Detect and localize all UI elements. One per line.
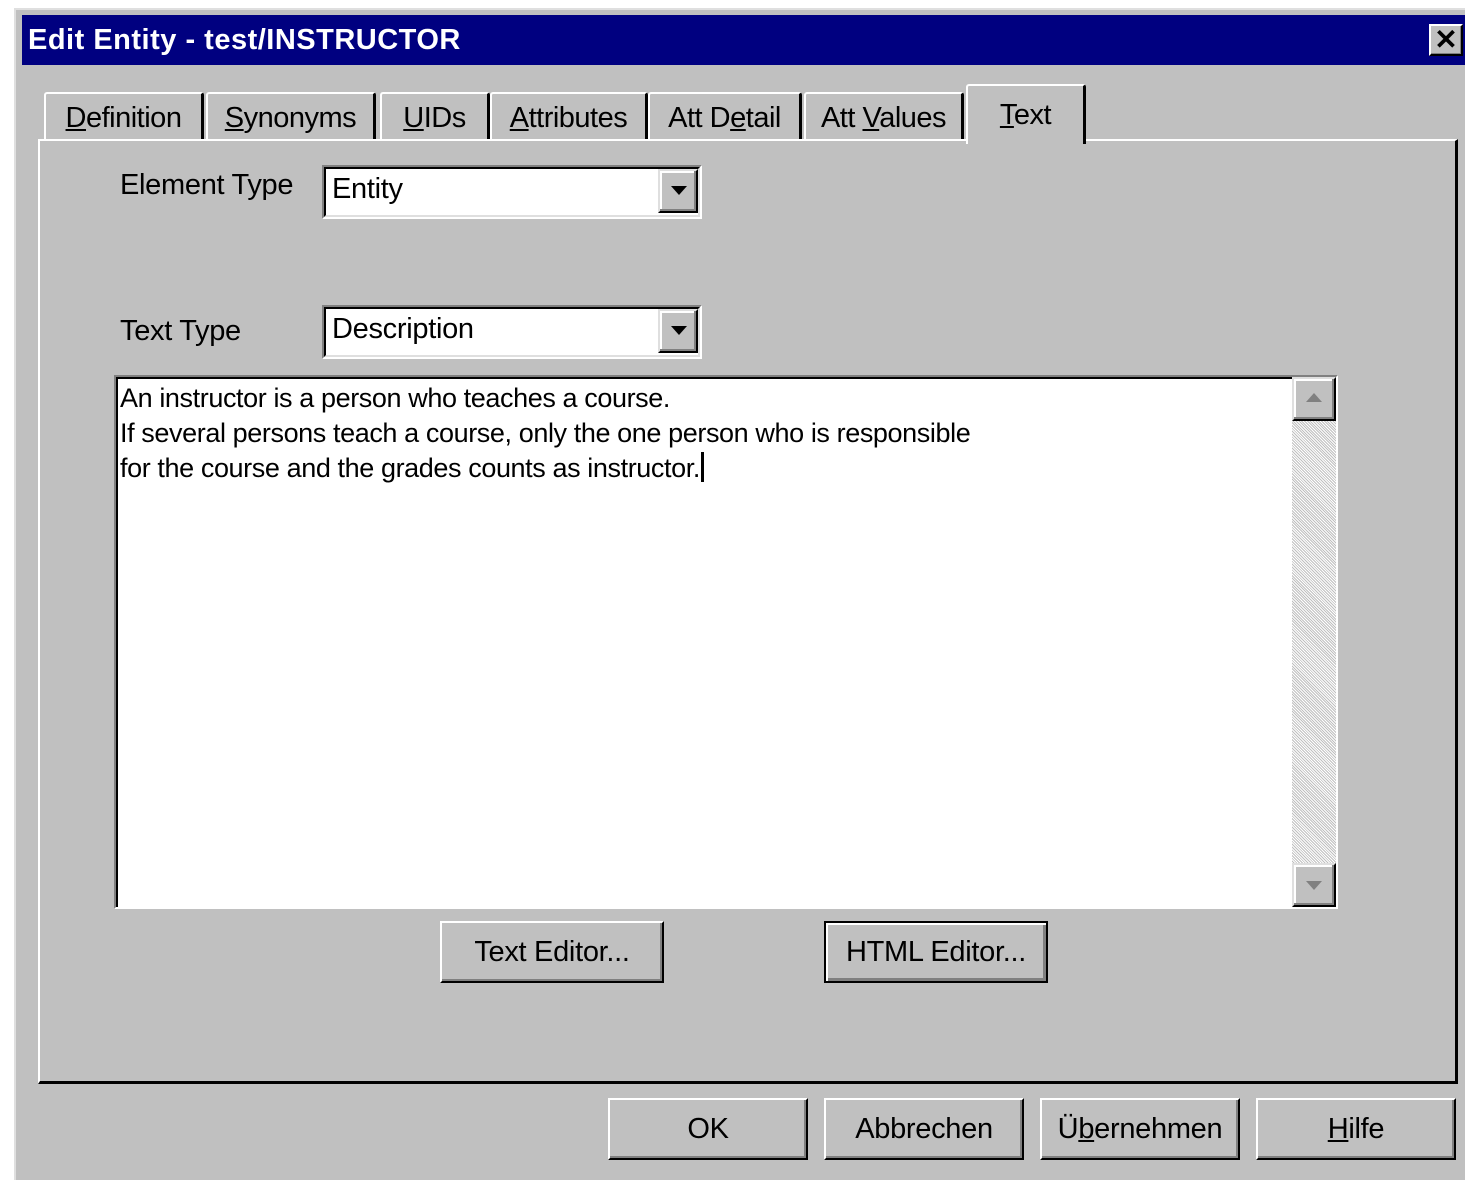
- ok-button-label: OK: [687, 1112, 729, 1145]
- tab-label: Text: [999, 98, 1052, 131]
- cancel-button[interactable]: Abbrechen: [824, 1098, 1024, 1160]
- tab-definition[interactable]: Definition: [44, 92, 204, 142]
- tab-label: Attributes: [509, 101, 628, 134]
- element-type-dropdown-button[interactable]: [658, 169, 698, 213]
- close-button[interactable]: ✕: [1429, 24, 1463, 56]
- chevron-up-icon: [1306, 393, 1322, 402]
- element-type-value: Entity: [332, 173, 403, 205]
- text-type-dropdown-button[interactable]: [658, 309, 698, 353]
- help-button[interactable]: Hilfe: [1256, 1098, 1456, 1160]
- edit-entity-dialog: Edit Entity - test/INSTRUCTOR ✕ Definiti…: [14, 8, 1465, 1180]
- text-editor-button[interactable]: Text Editor...: [440, 921, 664, 983]
- tab-att-detail[interactable]: Att Detail: [648, 92, 802, 142]
- ok-button[interactable]: OK: [608, 1098, 808, 1160]
- tab-label: UIDs: [403, 101, 466, 134]
- title-bar[interactable]: Edit Entity - test/INSTRUCTOR ✕: [22, 15, 1465, 65]
- tab-synonyms[interactable]: Synonyms: [206, 92, 376, 142]
- cancel-button-label: Abbrechen: [855, 1112, 993, 1145]
- tab-uids[interactable]: UIDs: [380, 92, 490, 142]
- tab-label: Synonyms: [224, 101, 357, 134]
- apply-button-label: Übernehmen: [1057, 1112, 1223, 1145]
- close-icon: ✕: [1434, 24, 1458, 55]
- tab-label: Definition: [65, 101, 182, 134]
- chevron-down-icon: [671, 326, 687, 335]
- element-type-label: Element Type: [120, 169, 294, 201]
- window-title: Edit Entity - test/INSTRUCTOR: [28, 23, 461, 56]
- text-caret: [700, 452, 704, 482]
- html-editor-button-label: HTML Editor...: [845, 935, 1027, 968]
- tab-attributes[interactable]: Attributes: [490, 92, 648, 142]
- tab-text[interactable]: Text: [966, 84, 1086, 144]
- chevron-down-icon: [1306, 881, 1322, 890]
- text-body-text: An instructor is a person who teaches a …: [120, 383, 971, 483]
- html-editor-button[interactable]: HTML Editor...: [824, 921, 1048, 983]
- scroll-down-button[interactable]: [1292, 863, 1336, 907]
- text-body-content: An instructor is a person who teaches a …: [120, 381, 1280, 486]
- text-body-textarea[interactable]: An instructor is a person who teaches a …: [114, 375, 1338, 909]
- element-type-select[interactable]: Entity: [322, 165, 702, 219]
- help-button-label: Hilfe: [1327, 1112, 1385, 1145]
- apply-button[interactable]: Übernehmen: [1040, 1098, 1240, 1160]
- tab-label: Att Values: [820, 101, 947, 134]
- tab-att-values[interactable]: Att Values: [804, 92, 964, 142]
- text-type-select[interactable]: Description: [322, 305, 702, 359]
- tab-label: Att Detail: [668, 101, 781, 134]
- text-editor-button-label: Text Editor...: [474, 935, 630, 968]
- chevron-down-icon: [671, 186, 687, 195]
- tab-panel-text: Element Type Entity Text Type Descriptio…: [38, 139, 1458, 1084]
- text-type-value: Description: [332, 313, 474, 345]
- vertical-scrollbar[interactable]: [1292, 377, 1336, 907]
- text-type-label: Text Type: [120, 315, 241, 347]
- scroll-up-button[interactable]: [1292, 377, 1336, 421]
